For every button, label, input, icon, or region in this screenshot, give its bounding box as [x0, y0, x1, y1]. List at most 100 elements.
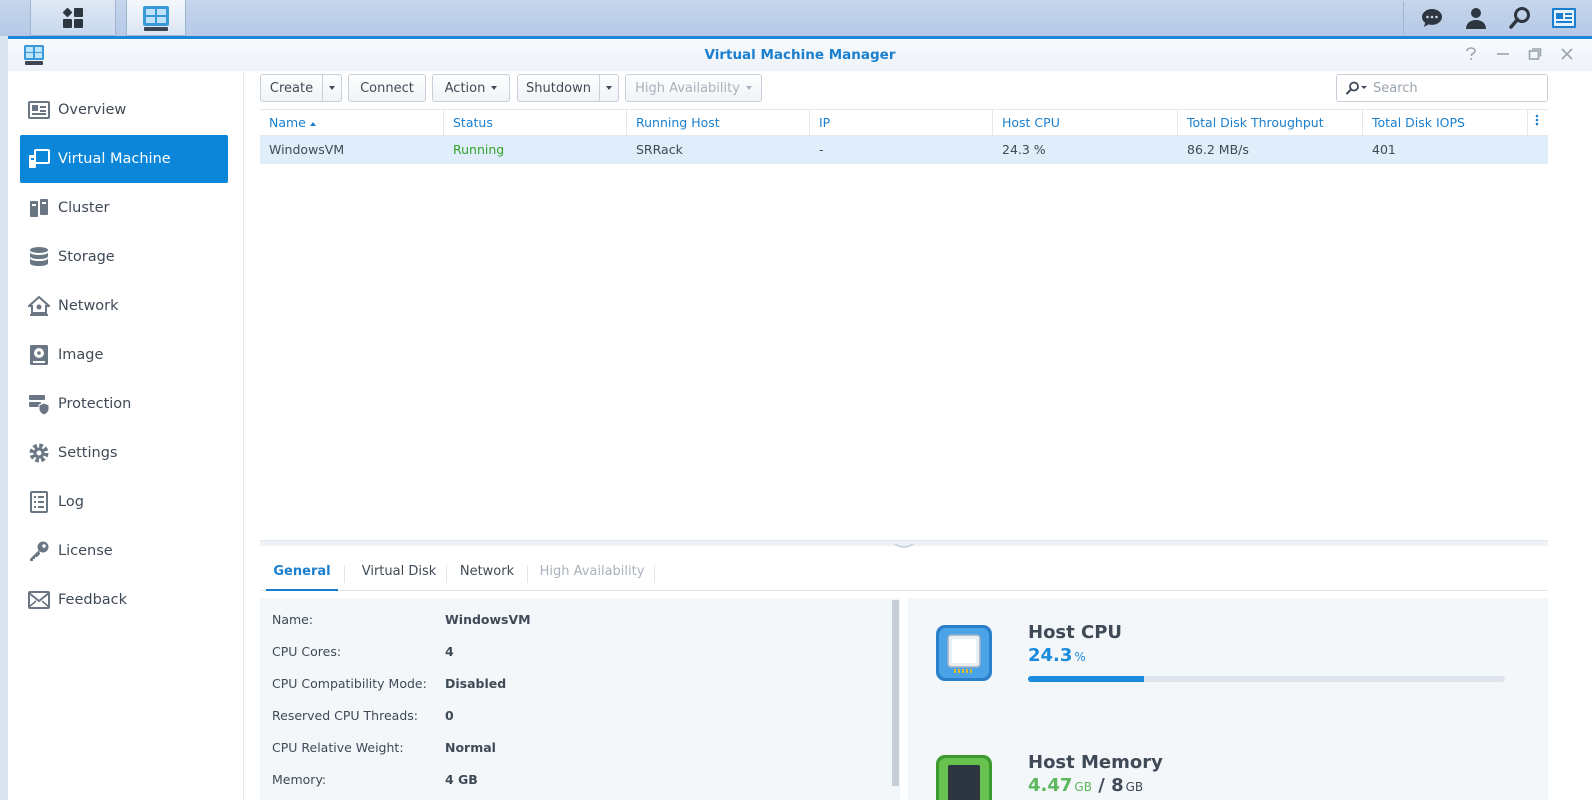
details-scrollbar[interactable]	[892, 600, 899, 786]
memory-icon	[936, 755, 992, 800]
settings-icon	[28, 442, 50, 464]
sidebar-item-label: Network	[58, 298, 119, 314]
memory-stat-title: Host Memory	[1028, 752, 1163, 773]
create-dropdown-button[interactable]	[322, 74, 342, 102]
detail-label: Name:	[272, 612, 314, 627]
cluster-icon	[28, 197, 50, 219]
cell-name: WindowsVM	[269, 142, 345, 157]
tab-general[interactable]: General	[266, 555, 338, 591]
minimize-icon[interactable]	[1494, 45, 1512, 63]
sidebar-item-label: Log	[58, 494, 84, 510]
cpu-stat-value: 24.3%	[1028, 645, 1086, 666]
panel-splitter[interactable]	[260, 540, 1548, 548]
high-availability-button[interactable]: High Availability	[625, 74, 762, 102]
column-header-running-host[interactable]: Running Host	[627, 110, 810, 136]
window-titlebar[interactable]: Virtual Machine Manager	[8, 39, 1592, 71]
table-row[interactable]: WindowsVM Running SRRack - 24.3 % 86.2 M…	[260, 136, 1548, 164]
tab-separator	[344, 565, 345, 583]
sidebar-item-log[interactable]: Log	[20, 478, 228, 526]
detail-value: 4 GB	[445, 772, 478, 787]
column-menu-icon[interactable]	[1528, 110, 1548, 136]
create-button[interactable]: Create	[260, 74, 323, 102]
main-menu-button[interactable]	[30, 0, 116, 36]
license-icon	[28, 540, 50, 562]
sidebar-item-feedback[interactable]: Feedback	[20, 576, 228, 624]
memory-used: 4.47	[1028, 775, 1073, 796]
protection-icon	[28, 393, 50, 415]
network-icon	[28, 295, 50, 317]
sidebar-item-cluster[interactable]: Cluster	[20, 184, 228, 232]
help-icon[interactable]	[1462, 45, 1480, 63]
search-input[interactable]	[1373, 80, 1533, 96]
shutdown-button[interactable]: Shutdown	[517, 74, 600, 102]
sidebar-item-virtual-machine[interactable]: Virtual Machine	[20, 135, 228, 183]
window-title: Virtual Machine Manager	[704, 47, 896, 63]
sidebar-item-protection[interactable]: Protection	[20, 380, 228, 428]
user-icon[interactable]	[1460, 2, 1492, 34]
sidebar-item-settings[interactable]: Settings	[20, 429, 228, 477]
column-label: IP	[819, 115, 831, 130]
chevron-down-icon	[745, 86, 752, 90]
log-icon	[28, 491, 50, 513]
shutdown-dropdown-button[interactable]	[599, 74, 619, 102]
image-icon	[28, 344, 50, 366]
sidebar-item-label: Settings	[58, 445, 118, 461]
chat-icon[interactable]	[1416, 2, 1448, 34]
column-label: Status	[453, 115, 493, 130]
close-icon[interactable]	[1558, 45, 1576, 63]
chevron-down-icon	[329, 86, 335, 90]
widgets-icon[interactable]	[1548, 2, 1580, 34]
maximize-icon[interactable]	[1526, 45, 1544, 63]
action-button[interactable]: Action	[432, 74, 510, 102]
sidebar-item-license[interactable]: License	[20, 527, 228, 575]
storage-icon	[28, 246, 50, 268]
sidebar-item-overview[interactable]: Overview	[20, 86, 228, 134]
tab-separator	[527, 565, 528, 583]
sidebar-item-label: Feedback	[58, 592, 128, 608]
search-icon[interactable]	[1504, 2, 1536, 34]
detail-label: CPU Relative Weight:	[272, 740, 404, 755]
tab-virtual-disk[interactable]: Virtual Disk	[352, 555, 446, 591]
tab-high-availability[interactable]: High Availability	[534, 555, 650, 591]
sidebar-item-network[interactable]: Network	[20, 282, 228, 330]
vmm-taskbar-button[interactable]	[126, 0, 186, 36]
high-availability-label: High Availability	[635, 80, 740, 96]
sidebar: Overview Virtual Machine Cluster Storage…	[8, 71, 244, 800]
connect-button[interactable]: Connect	[348, 74, 426, 102]
sidebar-item-label: Cluster	[58, 200, 110, 216]
cell-status: Running	[453, 142, 505, 157]
tab-network[interactable]: Network	[454, 555, 520, 591]
detail-value: Normal	[445, 740, 496, 755]
search-box[interactable]	[1336, 74, 1548, 102]
sidebar-item-storage[interactable]: Storage	[20, 233, 228, 281]
cell-throughput: 86.2 MB/s	[1187, 142, 1249, 157]
column-header-total-disk-iops[interactable]: Total Disk IOPS	[1363, 110, 1528, 136]
feedback-icon	[28, 589, 50, 611]
cell-host-cpu: 24.3 %	[1002, 142, 1046, 157]
sidebar-item-label: Image	[58, 347, 104, 363]
main-menu-icon	[62, 7, 83, 28]
column-header-host-cpu[interactable]: Host CPU	[993, 110, 1178, 136]
cpu-progress-fill	[1028, 676, 1144, 682]
column-header-name[interactable]: Name	[260, 110, 444, 136]
cell-iops: 401	[1372, 142, 1396, 157]
memory-separator: /	[1091, 775, 1112, 796]
column-header-total-disk-throughput[interactable]: Total Disk Throughput	[1178, 110, 1363, 136]
cpu-value: 24.3	[1028, 645, 1073, 666]
sidebar-item-image[interactable]: Image	[20, 331, 228, 379]
shutdown-label: Shutdown	[526, 80, 591, 96]
detail-label: Memory:	[272, 772, 327, 787]
cpu-icon	[936, 625, 992, 681]
detail-label: CPU Compatibility Mode:	[272, 676, 427, 691]
detail-tabs: General Virtual Disk Network High Availa…	[260, 555, 1548, 591]
general-details: Name: WindowsVM CPU Cores: 4 CPU Compatibi…	[260, 598, 900, 800]
detail-value: 0	[445, 708, 454, 723]
sidebar-item-label: Storage	[58, 249, 115, 265]
column-label: Name	[269, 115, 306, 130]
column-label: Host CPU	[1002, 115, 1060, 130]
column-header-ip[interactable]: IP	[810, 110, 993, 136]
column-header-status[interactable]: Status	[444, 110, 627, 136]
splitter-handle-icon	[894, 543, 914, 548]
taskbar	[0, 0, 1592, 36]
detail-value: 4	[445, 644, 454, 659]
